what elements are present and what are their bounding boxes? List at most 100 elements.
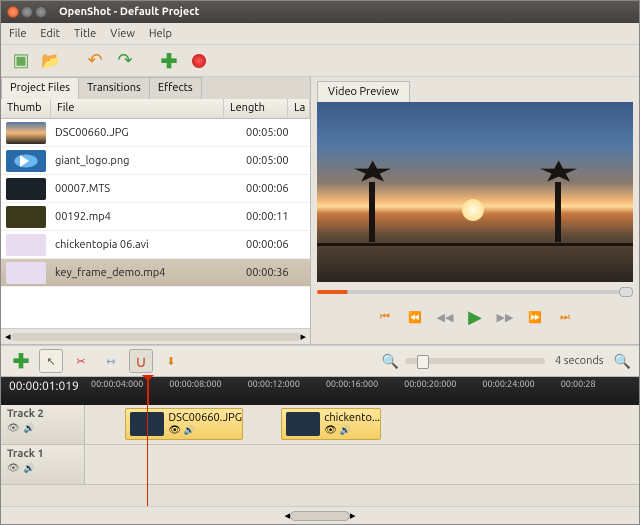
track-row: Track 1 [1,445,639,485]
resize-tool-button[interactable]: ⇿ [99,349,123,373]
snap-button[interactable]: ∪ [129,349,153,373]
menu-help[interactable]: Help [149,28,172,40]
step-fwd-icon: ⏩ [528,311,542,324]
file-name: 00192.mp4 [51,211,246,223]
zoom-slider[interactable] [405,358,545,364]
preview-seekbar[interactable] [317,286,633,298]
file-row[interactable]: key_frame_demo.mp400:00:36 [1,259,310,287]
menu-view[interactable]: View [110,28,135,40]
tab-project-files[interactable]: Project Files [1,77,79,99]
eye-icon[interactable] [7,422,20,434]
video-preview[interactable] [317,102,633,282]
col-file[interactable]: File [51,99,224,118]
menu-edit[interactable]: Edit [40,28,60,40]
tab-video-preview[interactable]: Video Preview [317,81,410,102]
speaker-icon[interactable] [24,462,35,474]
rewind-button[interactable]: ◀◀ [435,308,455,326]
add-track-button[interactable]: ✚ [9,349,33,373]
timeline-ruler[interactable]: 00:00:01:019 00:00:04:00000:00:08:00000:… [1,377,639,405]
timeline-playhead[interactable] [147,405,148,506]
file-name: 00007.MTS [51,183,246,195]
file-thumb [6,178,46,200]
razor-tool-button[interactable]: ✂ [69,349,93,373]
file-length: 00:00:06 [246,183,310,195]
next-frame-button[interactable]: ⏩ [525,308,545,326]
goto-start-button[interactable]: ⏮ [375,308,395,326]
ruler-tick: 00:00:24:000 [482,379,560,389]
track-body[interactable]: DSC00660.JPG chickento... [85,405,639,444]
goto-end-icon: ⏭ [560,311,570,324]
file-table-header: Thumb File Length La [1,99,310,119]
tab-effects[interactable]: Effects [149,77,202,99]
menu-file[interactable]: File [9,28,26,40]
timeline-clip[interactable]: chickento... [281,408,381,440]
record-button[interactable] [187,49,211,73]
track-header[interactable]: Track 2 [1,405,85,444]
play-button[interactable]: ▶ [465,308,485,326]
playback-controls: ⏮ ⏪ ◀◀ ▶ ▶▶ ⏩ ⏭ [311,302,639,332]
fastfwd-button[interactable]: ▶▶ [495,308,515,326]
track-name: Track 2 [7,408,78,420]
menu-title[interactable]: Title [74,28,96,40]
menubar: File Edit Title View Help [1,23,639,45]
magnet-icon: ∪ [135,352,147,371]
import-button[interactable]: ✚ [157,49,181,73]
pointer-tool-button[interactable]: ↖ [39,349,63,373]
ruler-playhead[interactable] [147,377,149,405]
file-list-hscroll[interactable]: ◂▸ [1,328,310,344]
col-thumb[interactable]: Thumb [1,99,51,118]
project-panel: Project Files Transitions Effects Thumb … [1,77,311,344]
timeline-hscroll[interactable]: ◂▸ [1,506,639,524]
undo-button[interactable]: ↶ [83,49,107,73]
marker-button[interactable]: ⬇ [159,349,183,373]
timeline-toolbar: ✚ ↖ ✂ ⇿ ∪ ⬇ 🔍 4 seconds 🔍 [1,345,639,377]
eye-icon[interactable] [7,462,20,474]
redo-button[interactable]: ↷ [113,49,137,73]
redo-icon: ↷ [117,50,132,71]
file-row[interactable]: giant_logo.png00:05:00 [1,147,310,175]
ruler-tick: 00:00:28 [561,379,639,389]
goto-start-icon: ⏮ [380,311,390,324]
file-row[interactable]: 00192.mp400:00:11 [1,203,310,231]
tab-transitions[interactable]: Transitions [78,77,150,99]
folder-open-icon: 📂 [41,51,61,70]
file-length: 00:05:00 [246,127,310,139]
file-length: 00:05:00 [246,155,310,167]
window-maximize-button[interactable] [35,6,47,18]
file-name: DSC00660.JPG [51,127,246,139]
file-row[interactable]: DSC00660.JPG00:05:00 [1,119,310,147]
window-close-button[interactable] [7,6,19,18]
zoom-in-button[interactable]: 🔍 [614,353,631,370]
clip-icons [324,424,380,436]
file-row[interactable]: 00007.MTS00:00:06 [1,175,310,203]
file-name: key_frame_demo.mp4 [51,267,246,279]
file-list: DSC00660.JPG00:05:00giant_logo.png00:05:… [1,119,310,328]
file-thumb [6,234,46,256]
track-body[interactable] [85,445,639,484]
new-project-button[interactable]: ▣ [9,49,33,73]
rewind-icon: ◀◀ [437,311,454,324]
step-back-icon: ⏪ [408,311,422,324]
window-minimize-button[interactable] [21,6,33,18]
file-row[interactable]: chickentopia 06.avi00:00:06 [1,231,310,259]
timeline-clip[interactable]: DSC00660.JPG [125,408,243,440]
open-project-button[interactable]: 📂 [39,49,63,73]
folder-plus-icon: ▣ [12,50,29,71]
timecode-display: 00:00:01:019 [9,380,79,393]
file-thumb [6,122,46,144]
track-header[interactable]: Track 1 [1,445,85,484]
speaker-icon[interactable] [24,422,35,434]
ruler-tick: 00:00:08:000 [169,379,247,389]
preview-panel: Video Preview ⏮ ⏪ ◀◀ ▶ ▶▶ ⏩ ⏭ [311,77,639,344]
file-name: chickentopia 06.avi [51,239,246,251]
pointer-icon: ↖ [46,355,55,368]
col-length[interactable]: Length [224,99,288,118]
file-length: 00:00:36 [246,267,310,279]
plus-icon: ✚ [13,349,30,373]
col-label[interactable]: La [288,99,310,118]
zoom-out-button[interactable]: 🔍 [382,353,399,370]
goto-end-button[interactable]: ⏭ [555,308,575,326]
prev-frame-button[interactable]: ⏪ [405,308,425,326]
clip-thumb [286,412,320,436]
marker-icon: ⬇ [166,355,175,368]
